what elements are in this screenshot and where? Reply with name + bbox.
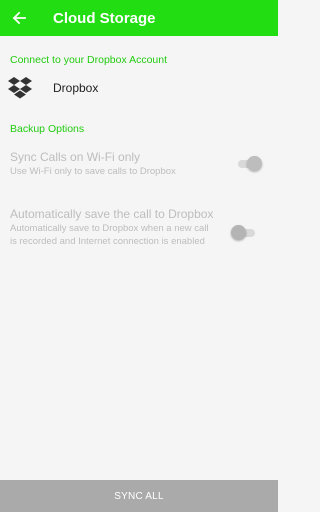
sync-wifi-only-summary: Use Wi-Fi only to save calls to Dropbox <box>10 166 176 177</box>
auto-save-summary: Automatically save to Dropbox when a new… <box>10 223 209 247</box>
app-bar: Cloud Storage <box>0 0 278 36</box>
auto-save-title: Automatically save the call to Dropbox <box>10 207 214 221</box>
arrow-left-icon <box>12 11 26 25</box>
sync-wifi-only-pref[interactable]: Sync Calls on Wi-Fi only Use Wi-Fi only … <box>10 150 268 179</box>
backup-section-header: Backup Options <box>10 123 85 135</box>
dropbox-icon <box>7 75 33 101</box>
sync-wifi-only-title: Sync Calls on Wi-Fi only <box>10 150 141 164</box>
auto-save-pref[interactable]: Automatically save the call to Dropbox A… <box>10 207 268 248</box>
dropbox-section-header: Connect to your Dropbox Account <box>10 54 168 66</box>
dropbox-account-label: Dropbox <box>53 81 99 95</box>
back-button[interactable] <box>0 0 38 36</box>
auto-save-switch[interactable] <box>231 224 257 242</box>
sync-all-label: SYNC ALL <box>114 490 164 502</box>
page-title: Cloud Storage <box>53 9 156 27</box>
dropbox-account-row[interactable]: Dropbox <box>0 70 278 106</box>
sync-wifi-only-switch[interactable] <box>236 155 262 173</box>
sync-all-button[interactable]: SYNC ALL <box>0 480 278 512</box>
